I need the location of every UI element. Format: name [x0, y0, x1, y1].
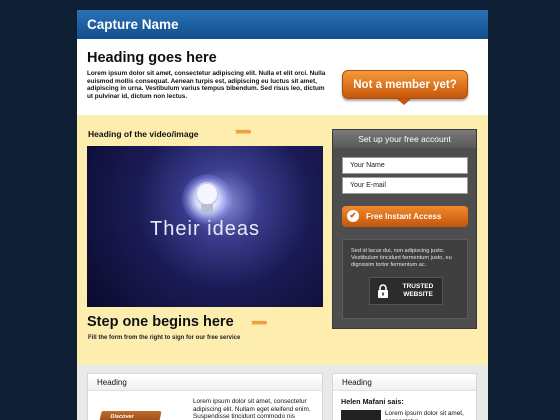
- intro-section: Heading goes here Lorem ipsum dolor sit …: [77, 39, 488, 115]
- avatar: [341, 410, 381, 420]
- intro-text: Lorem ipsum dolor sit amet, consectetur …: [87, 70, 326, 100]
- book-label: Discover: [109, 414, 135, 420]
- book-image: Discover: [98, 411, 162, 420]
- video-player[interactable]: Their ideas: [87, 146, 323, 307]
- signup-form: Set up your free account Your Name Your …: [332, 129, 477, 329]
- trusted-website-badge: TRUSTED WEBSITE: [369, 277, 443, 305]
- testimonial-card: Heading Helen Mafani sais: Lorem ipsum d…: [332, 373, 477, 420]
- trust-box: Sed id lacus dui, non adipiscing justo. …: [342, 239, 468, 319]
- arrows-decoration: ››››››››››: [251, 317, 267, 327]
- email-field[interactable]: Your E-mail: [342, 177, 468, 194]
- member-button-pointer: [397, 99, 411, 105]
- arrows-decoration: ››››››››››: [235, 126, 251, 136]
- form-note: Sed id lacus dui, non adipiscing justo. …: [351, 248, 452, 268]
- form-heading: Set up your free account: [333, 130, 476, 148]
- trusted-label: TRUSTED WEBSITE: [402, 283, 434, 298]
- name-field[interactable]: Your Name: [342, 157, 468, 174]
- card-heading: Heading: [88, 374, 322, 391]
- video-heading: Heading of the video/image: [88, 129, 199, 139]
- page-heading: Heading goes here: [87, 50, 217, 66]
- testimonial-author: Helen Mafani sais:: [341, 397, 404, 406]
- lock-icon: [378, 284, 388, 298]
- card-text: Lorem ipsum dolor sit amet, consectetur …: [193, 398, 311, 420]
- step-subtitle: Fill the form from the right to sign for…: [88, 335, 241, 341]
- landing-page: Capture Name Heading goes here Lorem ips…: [77, 10, 488, 420]
- not-a-member-button[interactable]: Not a member yet?: [342, 70, 468, 99]
- video-caption: Their ideas: [150, 218, 260, 240]
- free-access-button[interactable]: ✔ Free Instant Access: [342, 206, 468, 227]
- feature-card: Heading Discover Lorem ipsum dolor sit a…: [87, 373, 323, 420]
- site-header: Capture Name: [77, 10, 488, 39]
- lightbulb-icon: [195, 182, 219, 206]
- step-title: Step one begins here: [87, 314, 234, 330]
- bottom-section: Heading Discover Lorem ipsum dolor sit a…: [77, 365, 488, 420]
- site-title: Capture Name: [87, 17, 179, 32]
- lightbulb-base: [201, 204, 213, 214]
- checkmark-icon: ✔: [347, 210, 359, 222]
- hero-section: Heading of the video/image ›››››››››› Th…: [77, 115, 488, 365]
- free-access-label: Free Instant Access: [366, 212, 442, 221]
- testimonial-text: Lorem ipsum dolor sit amet, consectetur: [385, 410, 464, 420]
- card-heading: Heading: [333, 374, 476, 391]
